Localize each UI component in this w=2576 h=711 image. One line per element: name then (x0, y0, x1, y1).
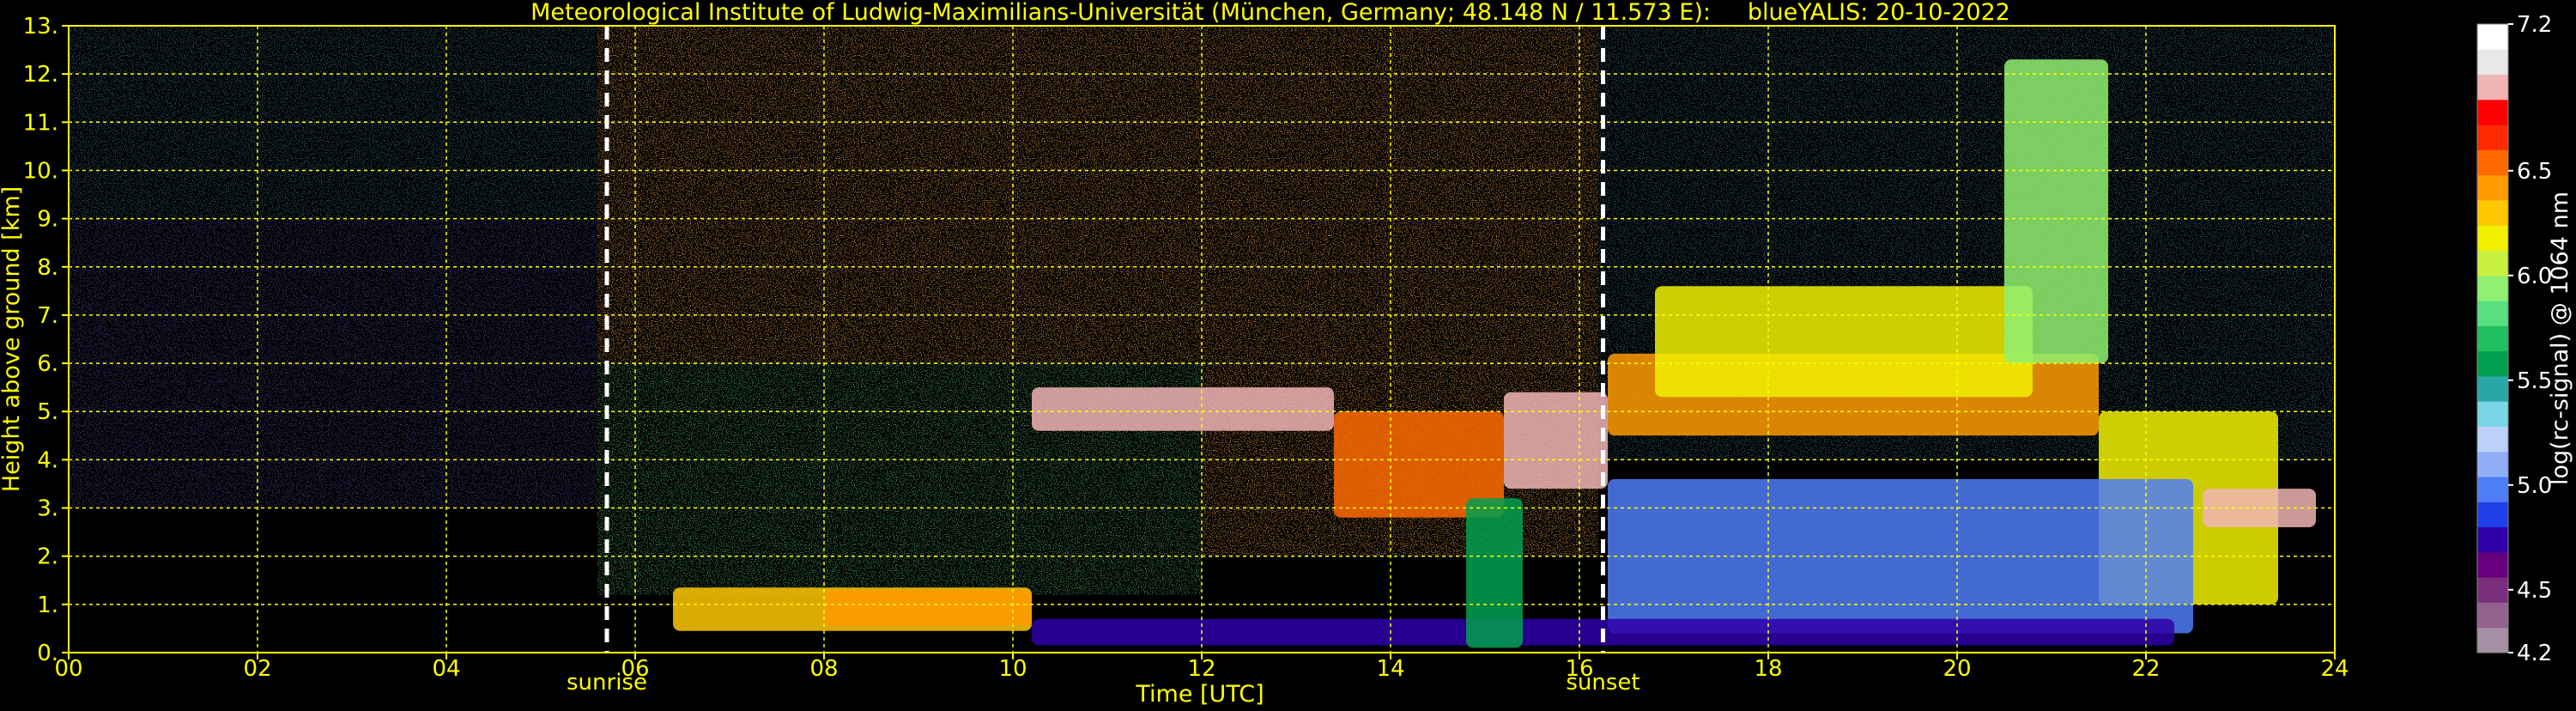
x-tick-label: 12 (1187, 656, 1215, 682)
colorbar-segment (2477, 375, 2508, 402)
y-tick-label: 10. (23, 158, 58, 184)
colorbar-segment (2477, 602, 2508, 629)
colorbar-segment (2477, 325, 2508, 352)
x-tick-label: 02 (243, 656, 271, 682)
y-tick-label: 6. (37, 351, 58, 377)
y-tick-label: 11. (23, 110, 58, 136)
x-tick-label: 16 (1565, 656, 1593, 682)
colorbar-segment (2477, 174, 2508, 201)
y-tick-label: 5. (37, 399, 58, 425)
colorbar-segment (2477, 74, 2508, 100)
signal-region (2004, 59, 2108, 364)
colorbar-segment (2477, 401, 2508, 427)
colorbar-tick-label: 6.5 (2517, 159, 2552, 185)
x-tick-label: 14 (1376, 656, 1404, 682)
y-tick-label: 2. (37, 544, 58, 570)
colorbar-segment (2477, 199, 2508, 226)
signal-region (1032, 387, 1334, 431)
colorbar-segment (2477, 551, 2508, 578)
x-tick-label: 08 (809, 656, 838, 682)
y-tick-label: 12. (23, 62, 58, 88)
colorbar-segment (2477, 477, 2508, 502)
colorbar-segment (2477, 250, 2508, 276)
y-tick-label: 9. (37, 207, 58, 233)
colorbar-segment (2477, 426, 2508, 453)
y-tick-label: 7. (37, 303, 58, 329)
colorbar-segment (2477, 125, 2508, 150)
colorbar-segment (2477, 275, 2508, 301)
x-axis-label: Time [UTC] (1135, 681, 1264, 708)
signal-region (824, 590, 1032, 627)
colorbar-segment (2477, 99, 2508, 125)
colorbar-segment (2477, 501, 2508, 528)
y-tick-label: 3. (37, 496, 58, 522)
colorbar-tick-label: 4.2 (2517, 641, 2552, 666)
signal-region (1655, 286, 2033, 398)
chart-svg: sunrise sunset00 02 04 06 08 10 12 14 16 18 20 22 240… (0, 12, 2573, 708)
y-tick-label: 1. (37, 592, 58, 618)
signal-region (1608, 478, 2193, 634)
colorbar-segment (2477, 149, 2508, 176)
chart-title: Meteorological Institute of Ludwig-Maxim… (530, 0, 2010, 26)
y-axis-label: Height above ground [km] (0, 186, 25, 492)
signal-region (1504, 392, 1608, 489)
x-tick-label: 10 (998, 656, 1027, 682)
x-tick-label: 22 (2131, 656, 2160, 682)
colorbar-segment (2477, 577, 2508, 603)
lidar-quicklook: Meteorological Institute of Ludwig-Maxim… (0, 0, 2576, 708)
x-tick-label: 18 (1754, 656, 1782, 682)
y-tick-label: 4. (37, 447, 58, 473)
colorbar-segment (2477, 627, 2508, 653)
signal-region (1466, 498, 1523, 648)
colorbar-segment (2477, 24, 2508, 50)
colorbar-label: log(rc-signal) @ 1064 nm (2547, 191, 2573, 485)
colorbar-segment (2477, 225, 2508, 252)
x-tick-label: 06 (621, 656, 649, 682)
x-tick-label: 04 (432, 656, 460, 682)
colorbar-segment (2477, 451, 2508, 477)
x-tick-label: 24 (2320, 656, 2349, 682)
x-tick-label: 20 (1943, 656, 1971, 682)
colorbar-tick-label: 4.5 (2517, 578, 2552, 604)
colorbar-segment (2477, 301, 2508, 326)
colorbar-segment (2477, 526, 2508, 553)
y-tick-label: 0. (37, 641, 58, 666)
y-tick-label: 8. (37, 255, 58, 281)
colorbar-segment (2477, 49, 2508, 76)
colorbar-segment (2477, 350, 2508, 377)
x-tick-label: 00 (54, 656, 82, 682)
